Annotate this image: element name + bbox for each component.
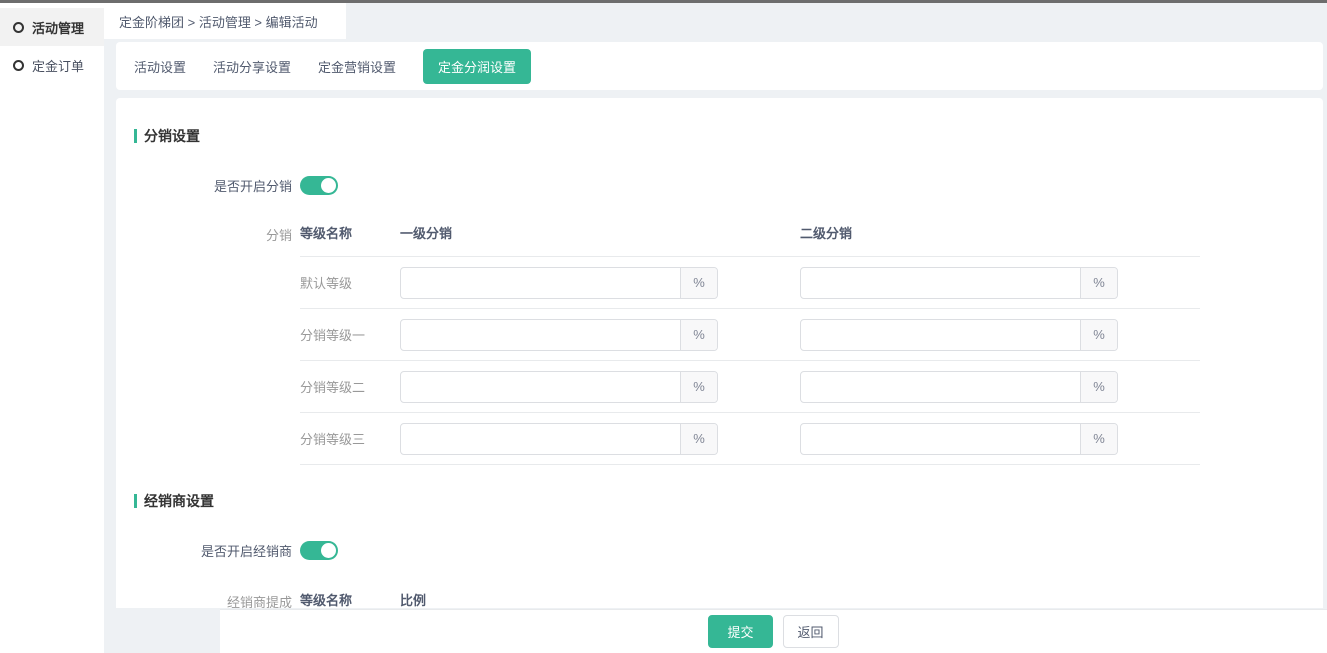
dealer-table-label: 经销商提成: [116, 590, 292, 608]
percent-suffix: %: [680, 268, 717, 298]
tab-deposit-marketing-settings[interactable]: 定金营销设置: [318, 57, 396, 76]
col-header-second-tier: 二级分销: [800, 223, 1200, 242]
dealer-section-title: 经销商设置: [134, 491, 1323, 511]
settings-panel: 分销设置 是否开启分销 分销 等级名称 一级分销 二级分销 默认等级: [116, 98, 1323, 608]
col-header-level-name: 等级名称: [300, 223, 400, 242]
table-row: 默认等级 % %: [300, 257, 1200, 309]
breadcrumb-bar: 定金阶梯团 > 活动管理 > 编辑活动: [104, 3, 346, 39]
distribution-table-label: 分销: [116, 223, 292, 244]
col-header-level-name: 等级名称: [300, 590, 400, 608]
percent-suffix: %: [1080, 268, 1117, 298]
sidebar-item-activity-management[interactable]: 活动管理: [0, 8, 104, 46]
dealer-table-row: 经销商提成 等级名称 比例: [116, 590, 1323, 608]
first-tier-percent-input[interactable]: [401, 424, 680, 454]
row-level-name: 分销等级二: [300, 377, 400, 396]
input-group: %: [800, 267, 1118, 299]
distribution-toggle-label: 是否开启分销: [116, 176, 292, 195]
sidebar-item-label: 活动管理: [32, 18, 84, 37]
percent-suffix: %: [680, 320, 717, 350]
main-area: 定金阶梯团 > 活动管理 > 编辑活动 活动设置 活动分享设置 定金营销设置 定…: [104, 3, 1327, 653]
second-tier-percent-input[interactable]: [801, 372, 1080, 402]
first-tier-percent-input[interactable]: [401, 320, 680, 350]
circle-icon: [13, 60, 24, 71]
table-row: 分销等级一 % %: [300, 309, 1200, 361]
section-accent-bar: [134, 494, 137, 508]
tab-deposit-profit-settings[interactable]: 定金分润设置: [423, 49, 531, 84]
row-level-name: 分销等级一: [300, 325, 400, 344]
percent-suffix: %: [680, 424, 717, 454]
submit-button[interactable]: 提交: [708, 615, 772, 648]
input-group: %: [800, 371, 1118, 403]
tabs-bar: 活动设置 活动分享设置 定金营销设置 定金分润设置: [116, 42, 1323, 90]
section-title-text: 经销商设置: [144, 491, 214, 511]
distribution-toggle[interactable]: [300, 176, 338, 195]
second-tier-percent-input[interactable]: [801, 320, 1080, 350]
input-group: %: [800, 423, 1118, 455]
row-level-name: 分销等级三: [300, 429, 400, 448]
dealer-toggle-label: 是否开启经销商: [116, 541, 292, 560]
section-title-text: 分销设置: [144, 126, 200, 146]
col-header-ratio: 比例: [400, 590, 426, 608]
sidebar-item-deposit-orders[interactable]: 定金订单: [0, 46, 104, 84]
footer-action-bar: 提交 返回: [220, 609, 1327, 653]
percent-suffix: %: [680, 372, 717, 402]
first-tier-percent-input[interactable]: [401, 268, 680, 298]
tab-activity-settings[interactable]: 活动设置: [134, 57, 186, 76]
dealer-toggle-row: 是否开启经销商: [116, 541, 1323, 560]
percent-suffix: %: [1080, 424, 1117, 454]
tab-activity-share-settings[interactable]: 活动分享设置: [213, 57, 291, 76]
dealer-table-header: 等级名称 比例: [300, 590, 1200, 608]
toggle-knob-icon: [321, 178, 336, 193]
input-group: %: [400, 267, 718, 299]
row-level-name: 默认等级: [300, 273, 400, 292]
back-button[interactable]: 返回: [783, 615, 839, 648]
table-row: 分销等级二 % %: [300, 361, 1200, 413]
second-tier-percent-input[interactable]: [801, 268, 1080, 298]
breadcrumb[interactable]: 定金阶梯团 > 活动管理 > 编辑活动: [119, 12, 318, 31]
distribution-table-row: 分销 等级名称 一级分销 二级分销 默认等级 %: [116, 223, 1323, 465]
input-group: %: [800, 319, 1118, 351]
distribution-table: 等级名称 一级分销 二级分销 默认等级 %: [300, 223, 1200, 465]
second-tier-percent-input[interactable]: [801, 424, 1080, 454]
sidebar-item-label: 定金订单: [32, 56, 84, 75]
window-top-bar: [0, 0, 1327, 3]
toggle-knob-icon: [321, 543, 336, 558]
percent-suffix: %: [1080, 372, 1117, 402]
table-row: 分销等级三 % %: [300, 413, 1200, 465]
first-tier-percent-input[interactable]: [401, 372, 680, 402]
col-header-first-tier: 一级分销: [400, 223, 800, 242]
section-accent-bar: [134, 129, 137, 143]
distribution-table-header: 等级名称 一级分销 二级分销: [300, 223, 1200, 257]
input-group: %: [400, 319, 718, 351]
input-group: %: [400, 371, 718, 403]
percent-suffix: %: [1080, 320, 1117, 350]
distribution-section-title: 分销设置: [134, 126, 1323, 146]
dealer-toggle[interactable]: [300, 541, 338, 560]
input-group: %: [400, 423, 718, 455]
sidebar: 活动管理 定金订单: [0, 3, 104, 653]
circle-icon: [13, 22, 24, 33]
distribution-toggle-row: 是否开启分销: [116, 176, 1323, 195]
